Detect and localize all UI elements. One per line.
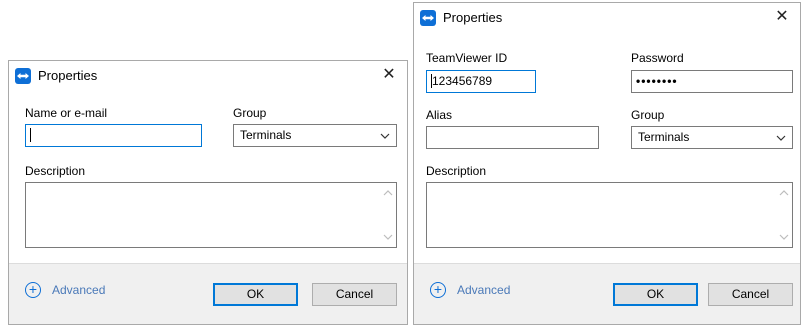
group-label: Group bbox=[233, 106, 267, 120]
cancel-button[interactable]: Cancel bbox=[708, 283, 793, 306]
close-icon[interactable]: ✕ bbox=[772, 7, 792, 27]
title-bar: Properties ✕ bbox=[9, 61, 407, 91]
advanced-label: Advanced bbox=[52, 283, 106, 297]
dialog-footer: + Advanced OK Cancel bbox=[414, 263, 800, 324]
properties-dialog-edit: Properties ✕ TeamViewer ID 123456789 Pas… bbox=[413, 2, 801, 325]
description-label: Description bbox=[426, 164, 487, 178]
description-label: Description bbox=[25, 164, 86, 178]
plus-circle-icon: + bbox=[430, 282, 446, 298]
properties-dialog-add: Properties ✕ Name or e-mail Group Termin… bbox=[8, 60, 408, 325]
teamviewer-id-value: 123456789 bbox=[432, 74, 493, 88]
ok-button[interactable]: OK bbox=[213, 283, 298, 306]
name-label: Name or e-mail bbox=[25, 106, 108, 120]
teamviewer-icon bbox=[420, 10, 436, 26]
teamviewer-id-input[interactable]: 123456789 bbox=[426, 70, 536, 93]
alias-input[interactable] bbox=[426, 126, 599, 149]
chevron-down-icon bbox=[776, 127, 786, 155]
group-value: Terminals bbox=[638, 130, 690, 144]
password-value: •••••••• bbox=[636, 74, 678, 88]
group-label: Group bbox=[631, 108, 665, 122]
description-textarea[interactable] bbox=[25, 182, 397, 248]
ok-button[interactable]: OK bbox=[613, 283, 698, 306]
scroll-up-icon[interactable] bbox=[379, 185, 396, 201]
dialog-title: Properties bbox=[443, 10, 503, 25]
scroll-up-icon[interactable] bbox=[775, 185, 792, 201]
name-email-input[interactable] bbox=[25, 124, 202, 147]
alias-label: Alias bbox=[426, 108, 453, 122]
chevron-down-icon bbox=[380, 125, 390, 153]
description-textarea[interactable] bbox=[426, 182, 793, 248]
advanced-label: Advanced bbox=[457, 283, 511, 297]
password-label: Password bbox=[631, 51, 684, 65]
vertical-scrollbar[interactable] bbox=[379, 183, 396, 247]
password-input[interactable]: •••••••• bbox=[631, 70, 793, 93]
group-select[interactable]: Terminals bbox=[631, 126, 793, 149]
teamviewer-icon bbox=[15, 68, 31, 84]
text-caret bbox=[30, 127, 31, 142]
title-bar: Properties ✕ bbox=[414, 3, 800, 33]
close-icon[interactable]: ✕ bbox=[379, 65, 399, 85]
cancel-button[interactable]: Cancel bbox=[312, 283, 397, 306]
scroll-down-icon[interactable] bbox=[775, 229, 792, 245]
scroll-down-icon[interactable] bbox=[379, 229, 396, 245]
dialog-footer: + Advanced OK Cancel bbox=[9, 263, 407, 324]
teamviewer-id-label: TeamViewer ID bbox=[426, 51, 508, 65]
vertical-scrollbar[interactable] bbox=[775, 183, 792, 247]
dialog-title: Properties bbox=[38, 68, 98, 83]
plus-circle-icon: + bbox=[25, 282, 41, 298]
group-select[interactable]: Terminals bbox=[233, 124, 397, 147]
group-value: Terminals bbox=[240, 128, 292, 142]
